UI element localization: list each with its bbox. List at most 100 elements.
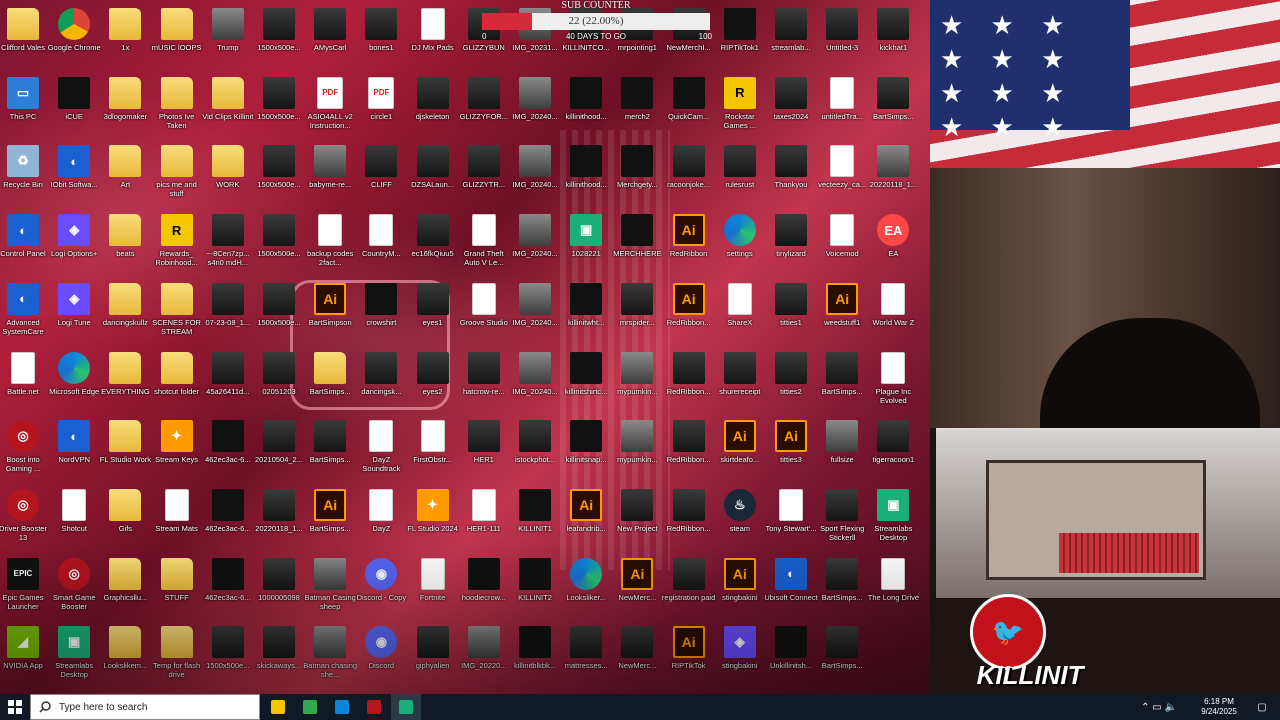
desktop-icon[interactable]: ♻ Recycle Bin xyxy=(0,143,48,211)
desktop-icon[interactable]: rulesrust xyxy=(715,143,765,211)
desktop-icon[interactable]: IMG_20240... xyxy=(510,212,560,280)
desktop-icon[interactable]: 1000005098 xyxy=(254,556,304,624)
desktop-icon[interactable]: BartSimps... xyxy=(817,556,867,624)
desktop-icon[interactable]: 1500x500e... xyxy=(254,281,304,349)
desktop-icon[interactable]: Ai RedRibbon... xyxy=(664,281,714,349)
desktop-icon[interactable]: streamlab... xyxy=(766,6,816,74)
desktop-icon[interactable]: GLIZZYFOR... xyxy=(459,75,509,143)
taskbar-app-button[interactable] xyxy=(295,694,325,720)
desktop-icon[interactable]: Untitled-3 xyxy=(817,6,867,74)
desktop-icon[interactable]: Ai titties3 xyxy=(766,418,816,486)
desktop-icon[interactable]: mUSIC lOOPS xyxy=(152,6,202,74)
desktop-icon[interactable]: ◈ Logi Options+ xyxy=(49,212,99,280)
desktop-icon[interactable]: ◎ Driver Booster 13 xyxy=(0,487,48,555)
desktop-icon[interactable]: EPIC Epic Games Launcher xyxy=(0,556,48,624)
desktop-icon[interactable]: Photos Ive Taken xyxy=(152,75,202,143)
desktop-icon[interactable]: tinylizard xyxy=(766,212,816,280)
desktop-icon[interactable]: FL Studio Work xyxy=(100,418,151,486)
desktop-icon[interactable]: MERCHHERE xyxy=(612,212,662,280)
desktop-icon[interactable]: 462ec3ac-6... xyxy=(203,556,253,624)
desktop-icon[interactable]: 3dlogomaker xyxy=(100,75,150,143)
desktop-icon[interactable]: beats xyxy=(100,212,150,280)
desktop-icon[interactable]: WORK xyxy=(203,143,253,211)
desktop-icon[interactable]: Groove Studio xyxy=(459,281,509,349)
desktop-icon[interactable]: Ai leafandrib... xyxy=(561,487,611,555)
desktop-icon[interactable]: 462ec3ac-6... xyxy=(203,418,253,486)
desktop-icon[interactable]: fullsize xyxy=(817,418,867,486)
desktop-icon[interactable]: mattresses... xyxy=(561,624,611,692)
desktop-icon[interactable]: ◐ IObit Softwa... xyxy=(49,143,99,211)
desktop-icon[interactable]: CLIFF xyxy=(356,143,406,211)
desktop-icon[interactable]: HER1-111 xyxy=(459,487,509,555)
desktop-icon[interactable]: dancingskullz xyxy=(100,281,150,349)
desktop-icon[interactable]: R Rockstar Games ... xyxy=(715,75,765,143)
desktop-icon[interactable]: HER1 xyxy=(459,418,509,486)
desktop-icon[interactable]: istockphot... xyxy=(510,418,560,486)
desktop-icon[interactable]: Ai RedRibbon xyxy=(664,212,714,280)
taskbar-app-button[interactable] xyxy=(263,694,293,720)
desktop-icon[interactable]: R Rewards_ Robinhood... xyxy=(152,212,202,280)
desktop-icon[interactable]: ◐ Advanced SystemCare xyxy=(0,281,48,349)
desktop-icon[interactable]: Looksliker... xyxy=(561,556,611,624)
desktop-icon[interactable]: Vid Clips Killinit xyxy=(202,75,253,143)
desktop-icon[interactable]: DJ Mix Pads xyxy=(408,6,458,74)
desktop-icon[interactable]: crowshirt xyxy=(356,281,406,349)
desktop-icon[interactable]: EVERYTHING xyxy=(100,350,150,418)
desktop-icon[interactable]: IMG_20220... xyxy=(459,624,509,692)
desktop-icon[interactable]: BartSimps... xyxy=(305,418,355,486)
desktop-icon[interactable]: KILLINIT1 xyxy=(510,487,560,555)
desktop-icon[interactable]: The Long Drive xyxy=(868,556,919,624)
desktop-icon[interactable]: killinithood... xyxy=(561,75,611,143)
desktop-icon[interactable]: RedRibbon... xyxy=(664,350,714,418)
desktop-icon[interactable]: BartSimps... xyxy=(868,75,918,143)
desktop-icon[interactable]: STUFF xyxy=(152,556,202,624)
desktop-icon[interactable]: ◐ Control Panel xyxy=(0,212,48,280)
desktop-icon[interactable]: merch2 xyxy=(612,75,662,143)
desktop-icon[interactable]: bones1 xyxy=(356,6,406,74)
desktop-icon[interactable]: Sport Flexing Stickerll xyxy=(817,487,867,555)
desktop-icon[interactable]: RIPTikTok1 xyxy=(715,6,765,74)
desktop-icon[interactable]: racoonjoke... xyxy=(664,143,714,211)
desktop-icon[interactable]: shurereceipt xyxy=(715,350,765,418)
desktop-icon[interactable]: Art xyxy=(100,143,150,211)
desktop-icon[interactable]: iCUE xyxy=(49,75,99,143)
desktop-icon[interactable]: IMG_20240... xyxy=(510,143,560,211)
desktop-icon[interactable]: ▣ Streamlabs Desktop xyxy=(49,624,99,692)
desktop-icon[interactable]: backup codes 2fact... xyxy=(305,212,355,280)
desktop-icon[interactable]: vecteezy_ca... xyxy=(817,143,867,211)
desktop-icon[interactable]: Stream Mats xyxy=(152,487,202,555)
desktop-icon[interactable]: Shotcut xyxy=(49,487,99,555)
desktop-icon[interactable]: Thankyou xyxy=(766,143,816,211)
desktop-icon[interactable]: ▭ This PC xyxy=(0,75,48,143)
desktop-icon[interactable]: BartSimps... xyxy=(817,350,867,418)
desktop-icon[interactable]: 45a26411d... xyxy=(203,350,253,418)
desktop-icon[interactable]: ◢ NVIDIA App xyxy=(0,624,48,692)
desktop-icon[interactable]: 1500x500e... xyxy=(254,6,304,74)
desktop-icon[interactable]: kickhat1 xyxy=(868,6,918,74)
desktop-icon[interactable]: Ai weedstuff1 xyxy=(817,281,867,349)
desktop-icon[interactable]: 1500x500e... xyxy=(254,75,304,143)
desktop-icon[interactable]: hoodiecrow... xyxy=(459,556,509,624)
desktop-icon[interactable]: Fortnite xyxy=(408,556,458,624)
desktop-icon[interactable]: IMG_20240... xyxy=(510,281,560,349)
taskbar-app-button[interactable] xyxy=(359,694,389,720)
desktop-icon[interactable]: ◉ Discord - Copy xyxy=(356,556,406,624)
search-box[interactable]: Type here to search xyxy=(30,694,260,720)
desktop-icon[interactable]: ShareX xyxy=(715,281,765,349)
desktop-icon[interactable]: BartSimps... xyxy=(817,624,867,692)
desktop-icon[interactable]: Gifs xyxy=(100,487,150,555)
desktop-icon[interactable]: 1500x500e... xyxy=(254,143,304,211)
desktop-icon[interactable]: Ai NewMerc... xyxy=(612,556,662,624)
desktop-icon[interactable]: Merchgety... xyxy=(612,143,662,211)
desktop-icon[interactable]: 20220118_1... xyxy=(254,487,304,555)
desktop-icon[interactable]: BartSimps... xyxy=(305,350,355,418)
desktop-icon[interactable]: eyes2 xyxy=(408,350,458,418)
desktop-icon[interactable]: killinitshirtc... xyxy=(561,350,611,418)
desktop-icon[interactable]: Grand Theft Auto V Le... xyxy=(459,212,509,280)
desktop-icon[interactable]: killinitblkbk... xyxy=(510,624,560,692)
desktop-icon[interactable]: babyme-re... xyxy=(305,143,355,211)
desktop-icon[interactable]: tigerracoon1 xyxy=(868,418,918,486)
desktop-icon[interactable]: Lookslikem... xyxy=(100,624,150,692)
desktop-icon[interactable]: killinitwht... xyxy=(561,281,611,349)
desktop-icon[interactable]: pics me and stuff xyxy=(152,143,202,211)
